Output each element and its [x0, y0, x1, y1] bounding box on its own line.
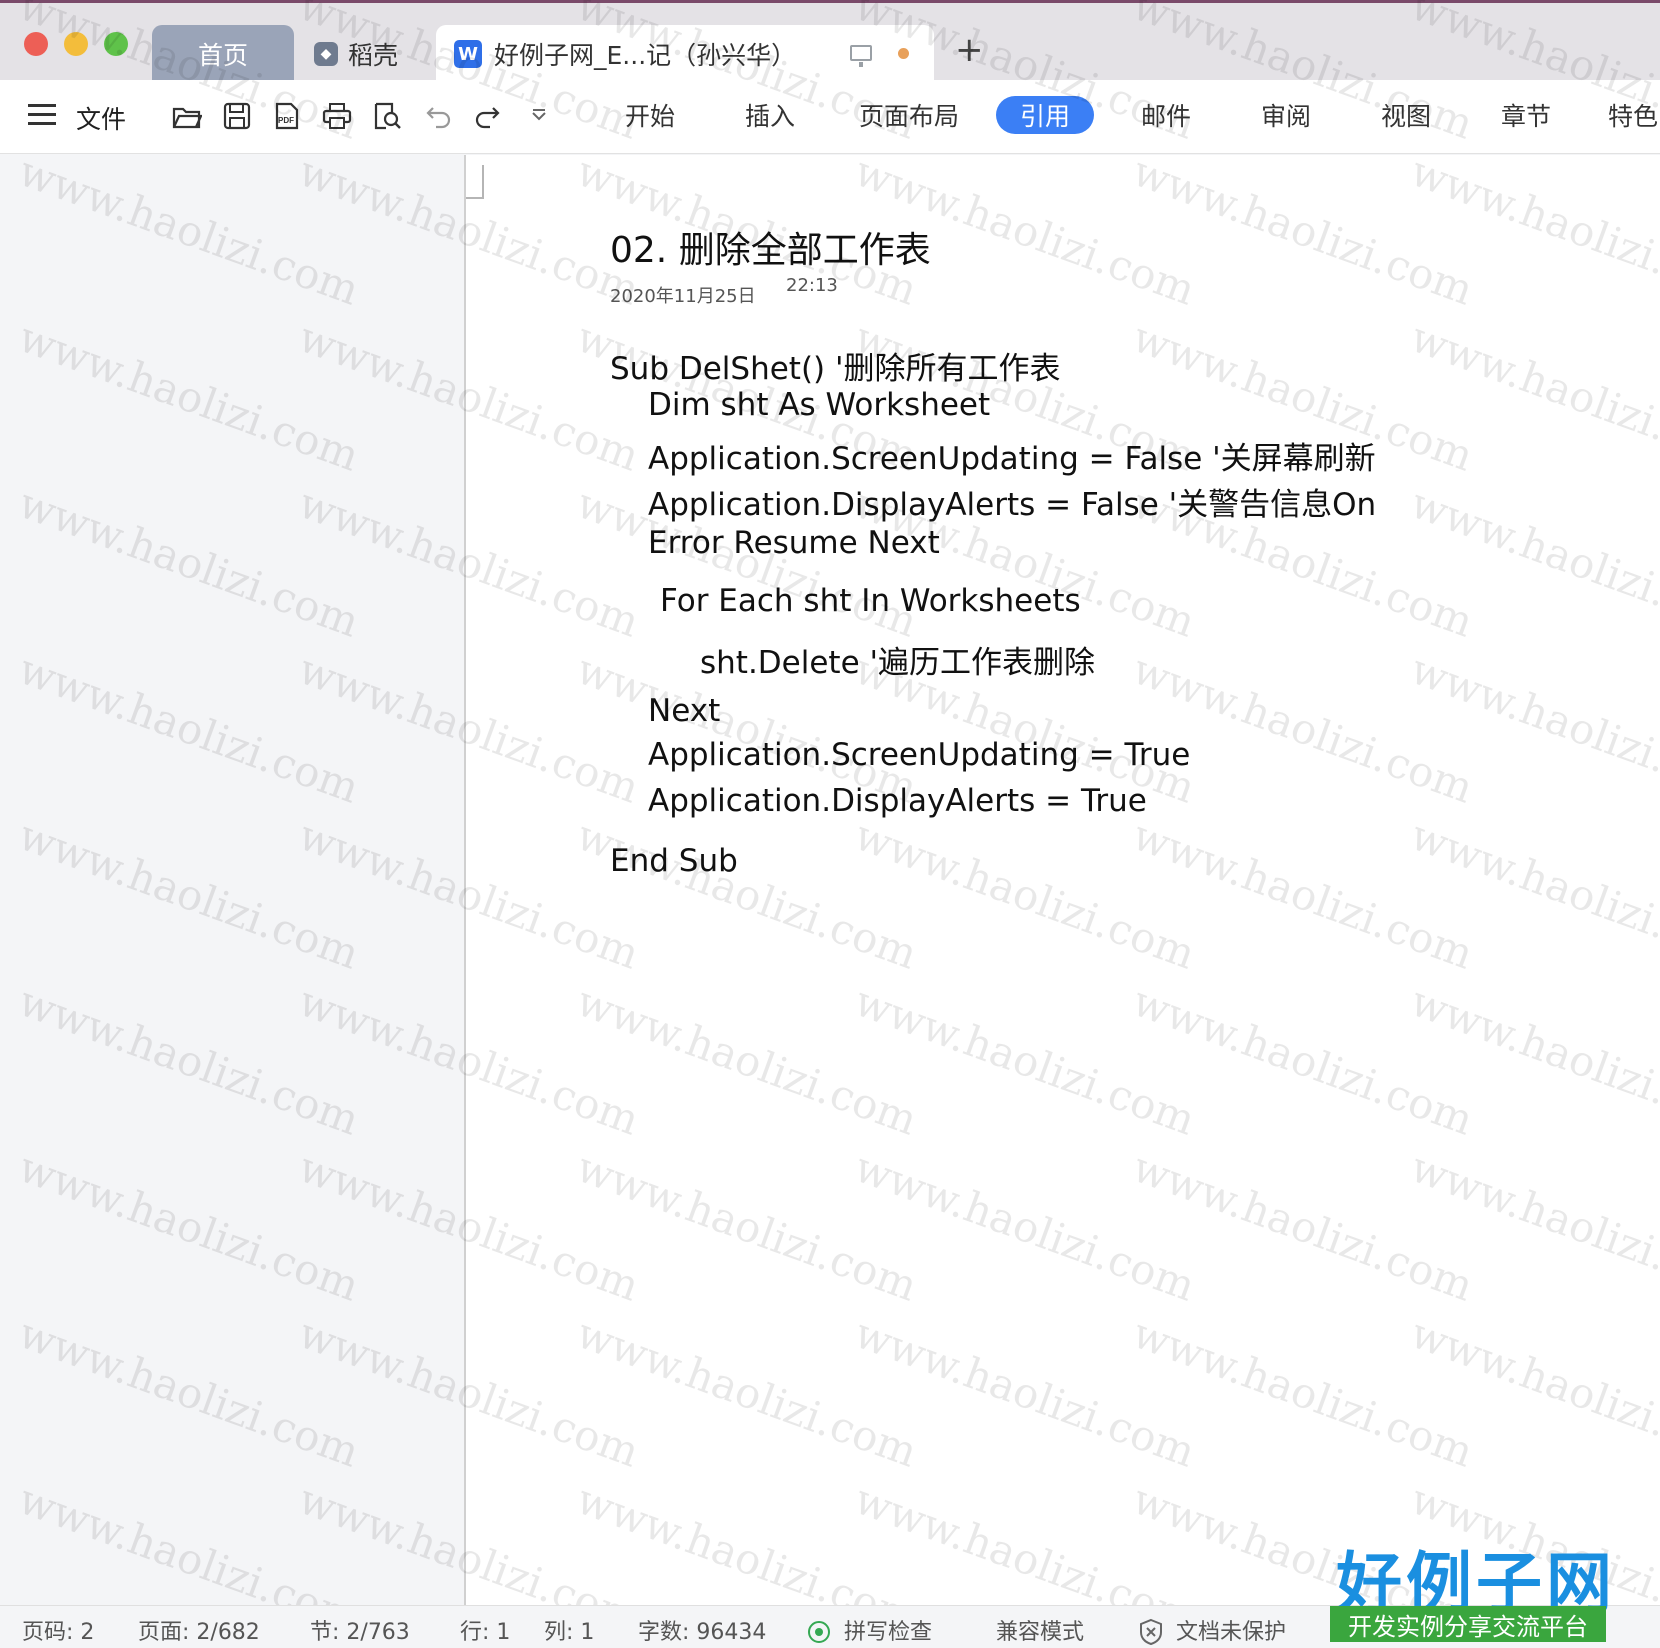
more-dropdown-icon[interactable] [524, 102, 554, 130]
tab-special[interactable]: 特色 [1608, 96, 1660, 134]
navigation-pane [0, 155, 464, 1605]
code-line: Next [648, 693, 721, 729]
status-page[interactable]: 页面: 2/682 [138, 1614, 260, 1646]
code-line: Application.ScreenUpdating = False '关屏幕刷… [648, 441, 1376, 477]
print-icon[interactable] [322, 102, 352, 130]
save-icon[interactable] [222, 102, 252, 130]
tab-document[interactable]: W 好例子网_E...记（孙兴华） [436, 25, 934, 83]
tab-chapter[interactable]: 章节 [1496, 96, 1556, 134]
code-line: For Each sht In Worksheets [660, 583, 1081, 619]
close-window-button[interactable] [24, 32, 48, 56]
code-line: Dim sht As Worksheet [648, 387, 991, 423]
tab-daoke-label: 稻壳 [348, 41, 399, 70]
tab-home[interactable]: 首页 [152, 25, 294, 83]
export-pdf-icon[interactable]: PDF [272, 102, 302, 130]
redo-icon[interactable] [472, 102, 502, 130]
code-line: sht.Delete '遍历工作表删除 [700, 645, 1096, 681]
tab-insert[interactable]: 插入 [740, 96, 800, 134]
status-word-count[interactable]: 字数: 96434 [638, 1614, 766, 1646]
note-time: 22:13 [786, 275, 838, 296]
shield-icon[interactable] [1138, 1618, 1164, 1646]
status-row: 行: 1 [460, 1620, 511, 1645]
new-tab-button[interactable]: + [955, 33, 984, 67]
tab-document-label: 好例子网_E...记（孙兴华） [494, 41, 797, 70]
site-logo: 好例子网 开发实例分享交流平台 [1330, 1530, 1612, 1648]
daoke-icon: ◆ [314, 42, 338, 66]
code-line: End Sub [610, 843, 738, 879]
note-date: 2020年11月25日 [610, 286, 756, 307]
page-title: 02. 删除全部工作表 [610, 230, 931, 271]
tab-mailings[interactable]: 邮件 [1136, 96, 1196, 134]
file-menu[interactable]: 文件 [76, 100, 126, 136]
toolbar: 文件 PDF 开始 插入 页面布局 引用 邮件 审阅 视图 章节 特色 [0, 80, 1660, 154]
tab-start[interactable]: 开始 [620, 96, 680, 134]
writer-doc-icon: W [454, 40, 482, 68]
margin-corner-mark [466, 165, 484, 199]
tab-home-label: 首页 [197, 41, 248, 70]
logo-subtitle: 开发实例分享交流平台 [1330, 1606, 1606, 1642]
minimize-window-button[interactable] [64, 32, 88, 56]
tab-view[interactable]: 视图 [1376, 96, 1436, 134]
code-line: Sub DelShet() '删除所有工作表 [610, 351, 1061, 387]
tab-page-layout[interactable]: 页面布局 [854, 96, 964, 134]
tab-references[interactable]: 引用 [996, 96, 1094, 134]
status-col: 列: 1 [544, 1620, 595, 1645]
hamburger-menu-icon[interactable] [28, 104, 56, 126]
code-line: Application.DisplayAlerts = False '关警告信息… [648, 487, 1377, 523]
status-page-code[interactable]: 页码: 2 [22, 1614, 94, 1646]
undo-icon[interactable] [424, 102, 454, 130]
zoom-window-button[interactable] [104, 32, 128, 56]
open-folder-icon[interactable] [172, 102, 202, 130]
unsaved-dot-icon [898, 48, 909, 59]
code-line: Application.ScreenUpdating = True [648, 737, 1191, 773]
spell-check-icon[interactable] [808, 1621, 830, 1643]
monitor-icon[interactable] [850, 45, 872, 67]
code-line: Error Resume Next [648, 525, 940, 561]
title-bar: 首页 ◆ 稻壳 W 好例子网_E...记（孙兴华） + [0, 0, 1660, 83]
status-section[interactable]: 节: 2/763 [310, 1614, 410, 1646]
status-compat-mode[interactable]: 兼容模式 [996, 1614, 1084, 1646]
tab-daoke[interactable]: ◆ 稻壳 [312, 25, 432, 83]
tab-review[interactable]: 审阅 [1256, 96, 1316, 134]
status-spell-check[interactable]: 拼写检查 [844, 1614, 932, 1646]
code-line: Application.DisplayAlerts = True [648, 783, 1147, 819]
status-protection[interactable]: 文档未保护 [1176, 1614, 1286, 1646]
document-page[interactable]: 02. 删除全部工作表 2020年11月25日 22:13 Sub DelShe… [464, 155, 1660, 1605]
svg-text:PDF: PDF [278, 116, 294, 125]
print-preview-icon[interactable] [372, 102, 402, 130]
